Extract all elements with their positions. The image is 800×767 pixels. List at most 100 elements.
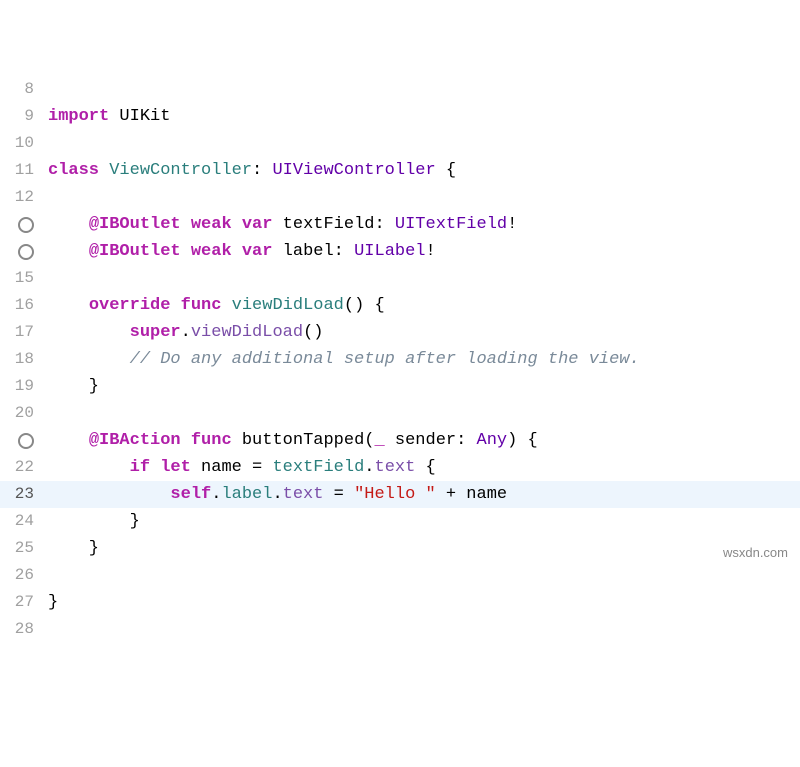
code-line[interactable]: 17 super.viewDidLoad() [0, 319, 800, 346]
code-line[interactable]: 27} [0, 589, 800, 616]
token-ident-purple: text [375, 458, 416, 477]
token-text: : [252, 161, 272, 180]
code-line[interactable]: 10 [0, 130, 800, 157]
token-text: = [323, 485, 354, 504]
token-text [48, 323, 130, 342]
line-number: 20 [0, 400, 42, 427]
code-content[interactable]: } [42, 589, 58, 616]
code-line[interactable]: @IBOutlet weak var textField: UITextFiel… [0, 211, 800, 238]
token-text: () [303, 323, 323, 342]
token-attr: @IBOutlet [89, 242, 181, 261]
code-content[interactable]: @IBAction func buttonTapped(_ sender: An… [42, 427, 538, 454]
token-comment: // Do any additional setup after loading… [130, 350, 640, 369]
token-text: UIKit [109, 107, 170, 126]
token-text: } [48, 512, 140, 531]
token-text [48, 215, 89, 234]
token-text: . [364, 458, 374, 477]
token-text [99, 161, 109, 180]
line-number: 12 [0, 184, 42, 211]
code-line[interactable]: 24 } [0, 508, 800, 535]
line-number: 25 [0, 535, 42, 562]
breakpoint-gutter[interactable] [0, 244, 42, 260]
token-text: } [48, 539, 99, 558]
token-text: label: [272, 242, 354, 261]
token-kw-var: var [242, 215, 273, 234]
token-text: sender: [385, 431, 477, 450]
code-line[interactable]: 8 [0, 76, 800, 103]
token-text: } [48, 377, 99, 396]
code-content[interactable]: @IBOutlet weak var label: UILabel! [42, 238, 436, 265]
token-text [170, 296, 180, 315]
token-ident-teal: viewDidLoad [232, 296, 344, 315]
token-kw-func: func [191, 431, 232, 450]
token-text [221, 296, 231, 315]
code-content[interactable]: } [42, 508, 140, 535]
line-number: 9 [0, 103, 42, 130]
line-number: 24 [0, 508, 42, 535]
code-line[interactable]: 23 self.label.text = "Hello " + name [0, 481, 800, 508]
token-text [48, 431, 89, 450]
token-typeExt: UITextField [395, 215, 507, 234]
code-line[interactable]: 20 [0, 400, 800, 427]
token-kw-func: func [181, 296, 222, 315]
token-text: { [436, 161, 456, 180]
line-number: 16 [0, 292, 42, 319]
token-text [150, 458, 160, 477]
token-text [232, 242, 242, 261]
token-kw-import: import [48, 107, 109, 126]
code-line[interactable]: 12 [0, 184, 800, 211]
breakpoint-icon[interactable] [18, 244, 34, 260]
token-string: "Hello " [354, 485, 436, 504]
line-number: 27 [0, 589, 42, 616]
code-line[interactable]: 25 } [0, 535, 800, 562]
token-attr: @IBAction [89, 431, 181, 450]
token-kw-weak: weak [191, 242, 232, 261]
code-line[interactable]: 15 [0, 265, 800, 292]
code-line[interactable]: 11class ViewController: UIViewController… [0, 157, 800, 184]
breakpoint-gutter[interactable] [0, 217, 42, 233]
code-content[interactable]: // Do any additional setup after loading… [42, 346, 640, 373]
code-content[interactable]: super.viewDidLoad() [42, 319, 323, 346]
code-line[interactable]: 18 // Do any additional setup after load… [0, 346, 800, 373]
line-number: 19 [0, 373, 42, 400]
token-typeExt: Any [477, 431, 508, 450]
token-text: textField: [272, 215, 394, 234]
code-line[interactable]: 16 override func viewDidLoad() { [0, 292, 800, 319]
breakpoint-icon[interactable] [18, 433, 34, 449]
breakpoint-gutter[interactable] [0, 433, 42, 449]
token-kw-self: self [170, 485, 211, 504]
code-content[interactable]: class ViewController: UIViewController { [42, 157, 456, 184]
code-line[interactable]: @IBOutlet weak var label: UILabel! [0, 238, 800, 265]
token-text [181, 242, 191, 261]
token-text [48, 350, 130, 369]
token-text: + name [436, 485, 507, 504]
code-editor[interactable]: 89import UIKit1011class ViewController: … [0, 76, 800, 643]
token-text: } [48, 593, 58, 612]
code-line[interactable]: @IBAction func buttonTapped(_ sender: An… [0, 427, 800, 454]
code-content[interactable]: if let name = textField.text { [42, 454, 436, 481]
code-content[interactable]: import UIKit [42, 103, 170, 130]
code-content[interactable]: override func viewDidLoad() { [42, 292, 385, 319]
code-line[interactable]: 28 [0, 616, 800, 643]
token-typeExt: UILabel [354, 242, 425, 261]
code-content[interactable]: } [42, 535, 99, 562]
code-content[interactable]: self.label.text = "Hello " + name [42, 481, 507, 508]
token-text: ! [507, 215, 517, 234]
code-line[interactable]: 9import UIKit [0, 103, 800, 130]
token-text: ! [426, 242, 436, 261]
line-number: 8 [0, 76, 42, 103]
token-text: ) { [507, 431, 538, 450]
code-content[interactable]: } [42, 373, 99, 400]
line-number: 28 [0, 616, 42, 643]
token-text [48, 485, 170, 504]
token-typeExt: UIViewController [272, 161, 435, 180]
token-text: () { [344, 296, 385, 315]
code-line[interactable]: 26 [0, 562, 800, 589]
token-text: . [181, 323, 191, 342]
line-number: 23 [0, 481, 42, 508]
breakpoint-icon[interactable] [18, 217, 34, 233]
token-text: buttonTapped( [232, 431, 375, 450]
code-line[interactable]: 22 if let name = textField.text { [0, 454, 800, 481]
code-content[interactable]: @IBOutlet weak var textField: UITextFiel… [42, 211, 517, 238]
code-line[interactable]: 19 } [0, 373, 800, 400]
